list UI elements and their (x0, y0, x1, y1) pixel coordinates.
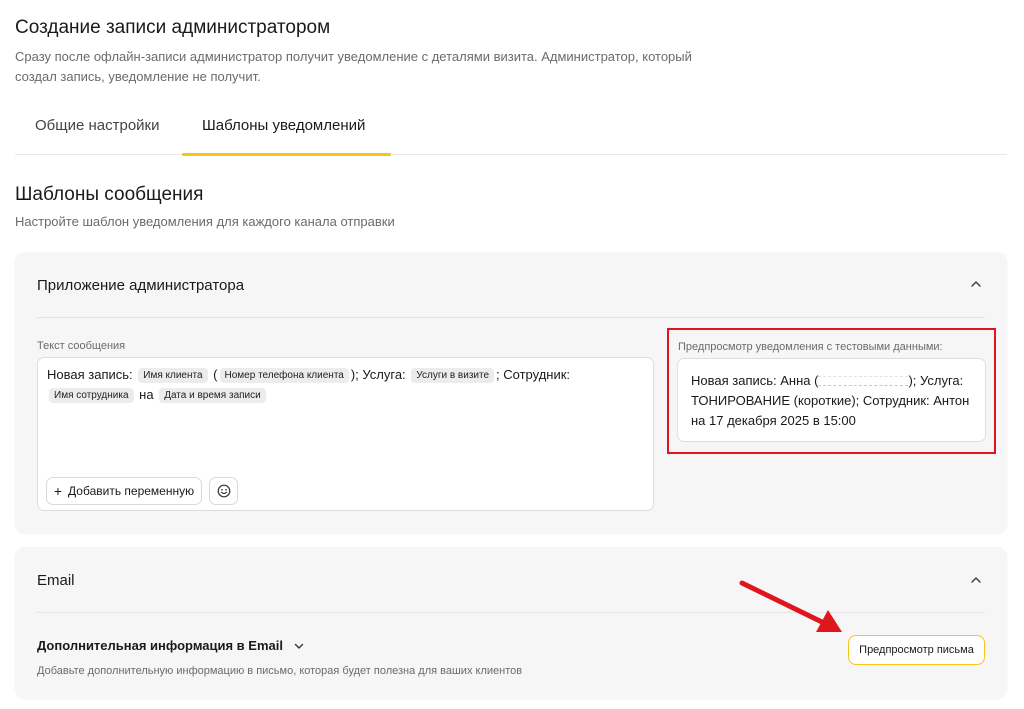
template-text: ; Сотрудник: (496, 367, 571, 382)
section-title: Шаблоны сообщения (15, 184, 204, 205)
add-variable-button[interactable]: + Добавить переменную (46, 477, 202, 505)
message-text-label: Текст сообщения (37, 340, 126, 352)
preview-highlight-frame: Предпросмотр уведомления с тестовыми дан… (667, 328, 996, 454)
extra-info-description: Добавьте дополнительную информацию в пис… (37, 665, 523, 677)
template-text: на (139, 387, 154, 402)
message-template-editor[interactable]: Новая запись: Имя клиента (Номер телефон… (37, 357, 654, 511)
add-variable-label: Добавить переменную (68, 484, 195, 498)
email-card: Email Дополнительная информация в Email … (15, 547, 1007, 698)
admin-app-card-title: Приложение администратора (37, 277, 245, 294)
variable-chip-client-name[interactable]: Имя клиента (138, 368, 208, 383)
card-divider (37, 317, 985, 318)
template-content[interactable]: Новая запись: Имя клиента (Номер телефон… (47, 365, 637, 405)
email-preview-button[interactable]: Предпросмотр письма (848, 635, 985, 665)
variable-chip-employee-name[interactable]: Имя сотрудника (49, 388, 134, 403)
notification-preview-text: Новая запись: Анна (); Услуга: ТОНИРОВАН… (691, 371, 981, 431)
admin-app-card: Приложение администратора Текст сообщени… (15, 252, 1007, 533)
extra-info-toggle[interactable]: Дополнительная информация в Email (37, 638, 305, 653)
chevron-down-icon (294, 643, 304, 649)
variable-chip-services[interactable]: Услуги в визите (411, 368, 495, 383)
section-description: Настройте шаблон уведомления для каждого… (15, 214, 395, 229)
red-arrow-annotation (739, 580, 842, 632)
template-text: ( (213, 367, 218, 382)
smiley-icon (217, 484, 230, 498)
page-description: Сразу после офлайн-записи администратор … (15, 49, 692, 84)
tab-notification-templates[interactable]: Шаблоны уведомлений (182, 104, 391, 156)
page-title: Создание записи администратором (15, 17, 331, 38)
preview-label: Предпросмотр уведомления с тестовыми дан… (678, 341, 943, 353)
emoji-button[interactable] (209, 477, 238, 505)
variable-chip-client-phone[interactable]: Номер телефона клиента (219, 368, 349, 383)
chevron-up-icon[interactable] (969, 573, 983, 587)
extra-info-label: Дополнительная информация в Email (37, 638, 283, 653)
email-card-title: Email (37, 572, 75, 589)
tab-general-settings[interactable]: Общие настройки (15, 104, 180, 155)
template-text: Новая запись: (47, 367, 133, 382)
notification-preview-box: Новая запись: Анна (); Услуга: ТОНИРОВАН… (677, 358, 986, 442)
tabs-bar: Общие настройки Шаблоны уведомлений (15, 104, 1007, 156)
preview-text-part: Новая запись: Анна ( (691, 373, 819, 388)
variable-chip-datetime[interactable]: Дата и время записи (159, 388, 266, 403)
chevron-up-icon[interactable] (969, 277, 983, 291)
plus-icon: + (53, 483, 63, 499)
masked-phone (818, 376, 909, 386)
template-text: ); Услуга: (350, 367, 406, 382)
